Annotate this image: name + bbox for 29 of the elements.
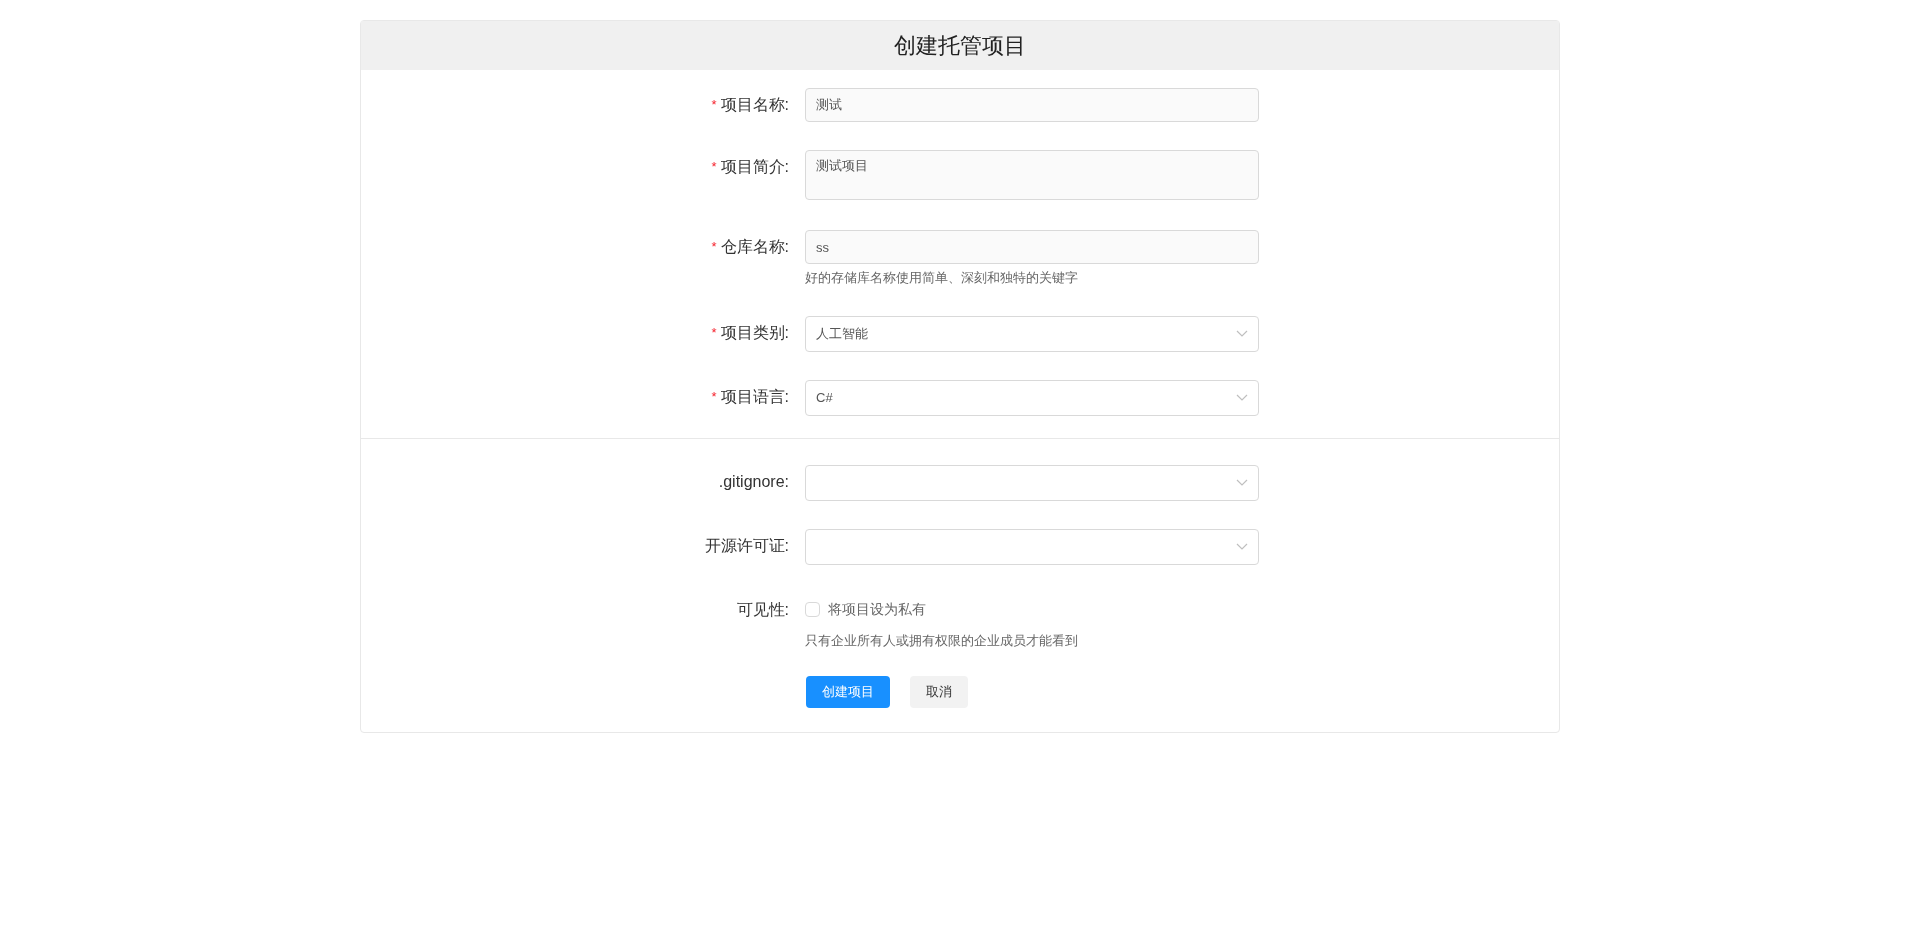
required-asterisk: *: [711, 238, 717, 257]
field-label: 项目语言:: [720, 386, 789, 407]
cancel-button[interactable]: 取消: [910, 676, 968, 708]
field-hint: 好的存储库名称使用简单、深刻和独特的关键字: [805, 269, 1079, 287]
field-hint: 只有企业所有人或拥有权限的企业成员才能看到: [805, 631, 1078, 650]
description-textarea[interactable]: 测试项目: [805, 150, 1259, 200]
text-input[interactable]: 测试: [805, 88, 1259, 122]
required-asterisk: *: [711, 387, 717, 406]
field-label: 项目简介:: [720, 157, 789, 177]
select-field[interactable]: C#: [805, 379, 1259, 416]
form-title: 创建托管项目: [894, 32, 1026, 60]
required-asterisk: *: [711, 323, 717, 342]
chevron-down-icon: [1236, 393, 1248, 402]
chevron-down-icon: [1236, 329, 1248, 338]
field-label: 项目名称:: [720, 95, 789, 115]
chevron-down-icon: [1236, 542, 1248, 551]
chevron-down-icon: [1236, 478, 1248, 487]
select-field[interactable]: [805, 464, 1259, 501]
required-asterisk: *: [711, 158, 717, 177]
field-label: 开源许可证:: [704, 535, 789, 556]
select-field[interactable]: [805, 528, 1259, 565]
text-input[interactable]: ss: [805, 230, 1259, 264]
field-label: 仓库名称:: [720, 237, 789, 257]
private-checkbox[interactable]: 将项目设为私有: [805, 598, 1078, 621]
field-label: 项目类别:: [720, 322, 789, 343]
select-field[interactable]: 人工智能: [805, 315, 1259, 352]
field-label: .gitignore:: [718, 471, 789, 492]
field-label: 可见性:: [736, 599, 789, 620]
required-asterisk: *: [711, 96, 717, 115]
